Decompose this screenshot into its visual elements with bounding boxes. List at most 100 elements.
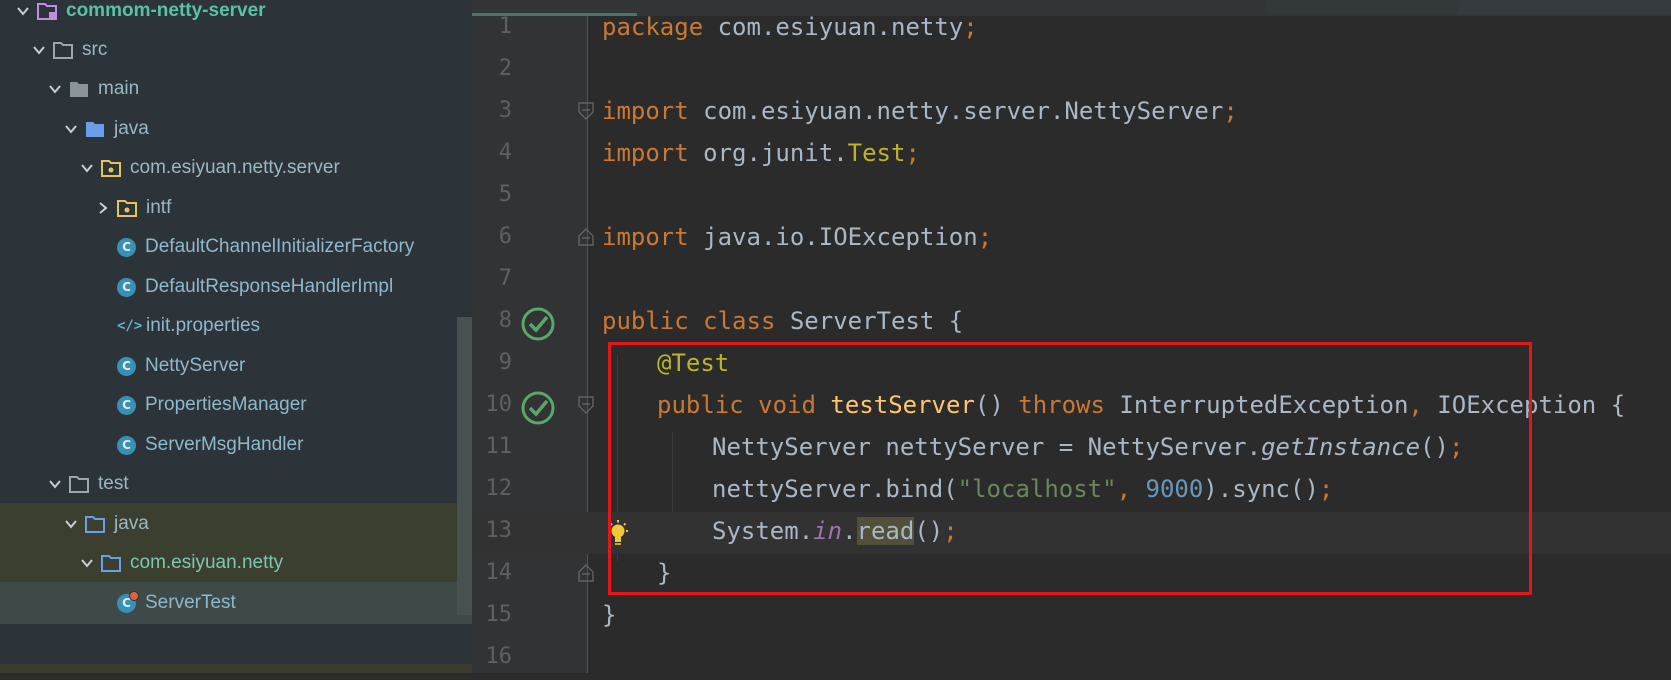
folder-icon xyxy=(68,79,90,99)
fold-marker-icon[interactable] xyxy=(578,564,594,582)
module-folder-icon xyxy=(36,1,58,21)
tree-row-class[interactable]: C ServerMsgHandler xyxy=(0,424,472,466)
code-line[interactable]: 7 xyxy=(472,260,1671,302)
source-root-folder-icon xyxy=(84,119,106,139)
tree-row-class[interactable]: C PropertiesManager xyxy=(0,384,472,426)
tree-row-src[interactable]: src xyxy=(0,29,472,71)
code-line[interactable]: 4 import org.junit.Test; xyxy=(472,134,1671,176)
class-icon: C xyxy=(117,237,136,257)
chevron-down-icon[interactable] xyxy=(46,475,64,493)
tree-row-package-server[interactable]: com.esiyuan.netty.server xyxy=(0,147,472,189)
chevron-down-icon[interactable] xyxy=(78,159,96,177)
tree-row-test-class-selected[interactable]: C ServerTest xyxy=(0,582,472,624)
closing-brace-token: } xyxy=(602,601,617,629)
tree-row-class[interactable]: C DefaultResponseHandlerImpl xyxy=(0,266,472,308)
chevron-down-icon[interactable] xyxy=(30,41,48,59)
tree-item-label: src xyxy=(82,39,108,60)
code-line[interactable]: 6 import java.io.IOException; xyxy=(472,218,1671,260)
keyword-token: import xyxy=(602,139,689,167)
fold-marker-icon[interactable] xyxy=(578,228,594,246)
chevron-down-icon[interactable] xyxy=(14,2,32,20)
highlight-annotation-box xyxy=(608,342,1532,595)
folder-icon xyxy=(52,40,74,60)
tree-item-label: ServerTest xyxy=(145,592,236,613)
semicolon-token: ; xyxy=(977,223,993,251)
tree-row-test[interactable]: test xyxy=(0,463,472,505)
line-number: 16 xyxy=(485,644,513,669)
tree-item-label: intf xyxy=(146,197,172,218)
tree-item-label: com.esiyuan.netty xyxy=(130,552,284,573)
line-number: 1 xyxy=(498,14,512,39)
code-token: org.junit. xyxy=(688,139,848,167)
tree-row-properties-file[interactable]: </> init.properties xyxy=(0,305,472,347)
class-icon: C xyxy=(117,356,136,376)
line-number: 9 xyxy=(498,350,512,375)
line-number: 11 xyxy=(485,434,513,459)
code-line[interactable]: 2 xyxy=(472,50,1671,92)
tree-item-label: DefaultChannelInitializerFactory xyxy=(145,236,415,257)
line-number: 3 xyxy=(498,98,512,123)
folder-icon xyxy=(68,474,90,494)
tree-row-package-test[interactable]: com.esiyuan.netty xyxy=(0,542,472,584)
tree-row-main[interactable]: main xyxy=(0,68,472,110)
line-number: 15 xyxy=(485,602,513,627)
tree-row-class[interactable]: C DefaultChannelInitializerFactory xyxy=(0,226,472,268)
code-line[interactable]: 1 package com.esiyuan.netty; xyxy=(472,8,1671,50)
tree-item-label: commom-netty-server xyxy=(66,0,266,21)
tree-row-class[interactable]: C NettyServer xyxy=(0,345,472,387)
keyword-token: package xyxy=(602,13,704,41)
fold-marker-icon[interactable] xyxy=(578,396,594,414)
keyword-token: public class xyxy=(602,307,776,335)
class-icon: C xyxy=(117,395,136,415)
tree-item-label: test xyxy=(98,473,129,494)
semicolon-token: ; xyxy=(905,139,920,167)
chevron-down-icon[interactable] xyxy=(62,515,80,533)
tree-item-label: NettyServer xyxy=(145,355,246,376)
tree-row-package-intf[interactable]: intf xyxy=(0,187,472,229)
chevron-down-icon[interactable] xyxy=(46,80,64,98)
tree-item-label: java xyxy=(114,513,149,534)
tree-item-label: ServerMsgHandler xyxy=(145,434,304,455)
fold-marker-icon[interactable] xyxy=(578,102,594,120)
chevron-right-icon[interactable] xyxy=(94,199,112,217)
line-number: 7 xyxy=(498,266,512,291)
code-token: com.esiyuan.netty.server.NettyServer xyxy=(688,97,1224,125)
test-root-folder-icon xyxy=(84,514,106,534)
tree-row-module[interactable]: commom-netty-server xyxy=(0,0,472,32)
class-icon: C xyxy=(117,435,136,455)
tree-scrollbar[interactable] xyxy=(457,317,472,615)
class-icon: C xyxy=(117,277,136,297)
package-icon xyxy=(100,158,122,178)
keyword-token: import xyxy=(602,223,689,251)
line-number: 12 xyxy=(485,476,513,501)
semicolon-token: ; xyxy=(1223,97,1238,125)
line-number: 5 xyxy=(498,182,512,207)
package-icon xyxy=(116,198,138,218)
code-line[interactable]: 5 xyxy=(472,176,1671,218)
line-number: 8 xyxy=(498,308,512,333)
tree-item-label: DefaultResponseHandlerImpl xyxy=(145,276,394,297)
project-tree-panel: commom-netty-server src main java com.es… xyxy=(0,0,472,673)
keyword-token: import xyxy=(602,97,689,125)
code-line[interactable]: 16 xyxy=(472,638,1671,680)
tree-row-main-java[interactable]: java xyxy=(0,108,472,150)
chevron-down-icon[interactable] xyxy=(78,554,96,572)
tree-item-label: com.esiyuan.netty.server xyxy=(130,157,340,178)
code-token: com.esiyuan.netty xyxy=(703,13,964,41)
code-line[interactable]: 8 public class ServerTest { xyxy=(472,302,1671,344)
code-line[interactable]: 3 import com.esiyuan.netty.server.NettyS… xyxy=(472,92,1671,134)
package-icon xyxy=(100,553,122,573)
run-test-passed-icon[interactable] xyxy=(520,390,556,426)
tree-bottom-strip xyxy=(0,664,472,673)
line-number: 4 xyxy=(498,140,512,165)
line-number: 10 xyxy=(485,392,513,417)
tree-item-label: java xyxy=(114,118,149,139)
tree-item-label: init.properties xyxy=(146,315,261,336)
annotation-token: Test xyxy=(847,139,906,167)
code-line[interactable]: 15 } xyxy=(472,596,1671,638)
chevron-down-icon[interactable] xyxy=(62,120,80,138)
run-marker-icon xyxy=(129,590,139,601)
tree-row-test-java[interactable]: java xyxy=(0,503,472,545)
run-test-passed-icon[interactable] xyxy=(520,306,556,342)
test-class-icon: C xyxy=(117,590,139,613)
